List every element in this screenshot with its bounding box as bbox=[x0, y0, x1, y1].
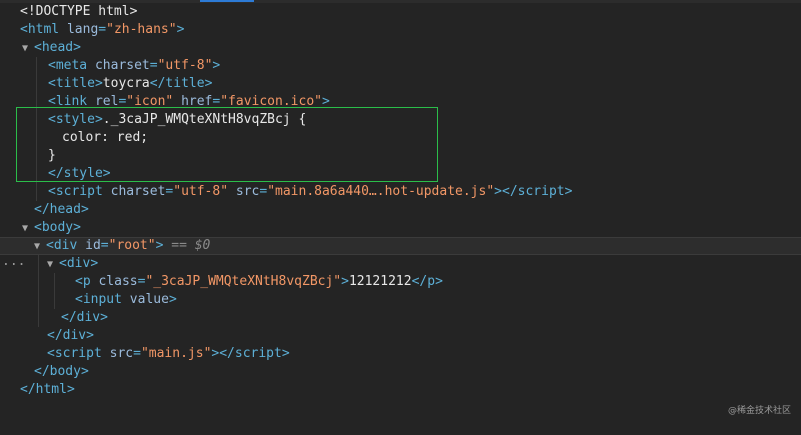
tag-name: script bbox=[234, 346, 282, 361]
expand-triangle-icon[interactable]: ▼ bbox=[47, 256, 59, 274]
tag-name: div bbox=[62, 328, 87, 343]
attr-name: src bbox=[235, 184, 260, 199]
title-text: toycra bbox=[102, 76, 150, 91]
tag-name: script bbox=[55, 184, 103, 199]
attr-name: value bbox=[129, 292, 169, 307]
node-doctype[interactable]: <!DOCTYPE html> bbox=[0, 3, 801, 21]
attr-value: _3caJP_WMQteXNtH8vqZBcj bbox=[153, 274, 334, 289]
tag-name: html bbox=[27, 22, 60, 37]
attr-name: src bbox=[109, 346, 134, 361]
attr-name: lang bbox=[66, 22, 99, 37]
node-div-close-inner[interactable]: </div> bbox=[0, 309, 801, 327]
node-script-main[interactable]: <script src="main.js"></script> bbox=[0, 345, 801, 363]
tag-name: script bbox=[517, 184, 565, 199]
selected-node-marker: == $0 bbox=[171, 238, 211, 253]
tag-name: head bbox=[41, 40, 74, 55]
node-script-hot-update[interactable]: <script charset="utf-8" src="main.8a6a44… bbox=[0, 183, 801, 201]
node-head[interactable]: ▼ <head> bbox=[0, 39, 801, 57]
tag-name: p bbox=[82, 274, 91, 289]
attr-value: root bbox=[116, 238, 148, 253]
watermark: @稀金技术社区 bbox=[727, 406, 791, 416]
tag-name: input bbox=[82, 292, 122, 307]
attr-name: charset bbox=[110, 184, 166, 199]
tag-name: head bbox=[49, 202, 81, 217]
node-p[interactable]: <p class="_3caJP_WMQteXNtH8vqZBcj">12121… bbox=[0, 273, 801, 291]
node-meta[interactable]: <meta charset="utf-8"> bbox=[0, 57, 801, 75]
tag-name: body bbox=[49, 364, 81, 379]
node-body-close[interactable]: </body> bbox=[0, 363, 801, 381]
attr-name: charset bbox=[94, 58, 150, 73]
elements-tree: <!DOCTYPE html> <html lang="zh-hans"> ▼ <… bbox=[0, 3, 801, 399]
p-text: 12121212 bbox=[348, 274, 412, 289]
tag-name: meta bbox=[55, 58, 88, 73]
expand-triangle-icon[interactable]: ▼ bbox=[34, 239, 46, 255]
attr-name: class bbox=[98, 274, 138, 289]
node-title[interactable]: <title>toycra</title> bbox=[0, 75, 801, 93]
attr-value: utf-8 bbox=[165, 58, 205, 73]
attr-value[interactable]: main.8a6a440….hot-update.js bbox=[275, 184, 486, 199]
node-div[interactable]: ▼ <div> bbox=[0, 255, 801, 273]
tag-name: html bbox=[35, 382, 67, 397]
tag-name: script bbox=[54, 346, 102, 361]
highlight-annotation-box bbox=[16, 107, 438, 182]
node-body[interactable]: ▼ <body> bbox=[0, 219, 801, 237]
node-html[interactable]: <html lang="zh-hans"> bbox=[0, 21, 801, 39]
node-head-close[interactable]: </head> bbox=[0, 201, 801, 219]
expand-triangle-icon[interactable]: ▼ bbox=[22, 220, 34, 238]
attr-name: id bbox=[85, 238, 101, 253]
tag-name: div bbox=[53, 238, 78, 253]
tag-name: title bbox=[55, 76, 95, 91]
active-tab-indicator bbox=[200, 0, 254, 2]
attr-value: zh-hans bbox=[113, 22, 169, 37]
tag-name: title bbox=[165, 76, 205, 91]
tag-name: div bbox=[66, 256, 91, 271]
tag-name: p bbox=[427, 274, 436, 289]
node-html-close[interactable]: </html> bbox=[0, 381, 801, 399]
node-div-close-outer[interactable]: </div> bbox=[0, 327, 801, 345]
node-input[interactable]: <input value> bbox=[0, 291, 801, 309]
node-div-root[interactable]: ... ▼ <div id="root"> == $0 bbox=[0, 237, 801, 269]
doctype-text: <!DOCTYPE html> bbox=[20, 4, 138, 19]
tag-name: div bbox=[76, 310, 101, 325]
attr-value[interactable]: main.js bbox=[149, 346, 204, 361]
expand-triangle-icon[interactable]: ▼ bbox=[22, 40, 34, 58]
attr-value: utf-8 bbox=[181, 184, 221, 199]
tag-name: body bbox=[41, 220, 74, 235]
